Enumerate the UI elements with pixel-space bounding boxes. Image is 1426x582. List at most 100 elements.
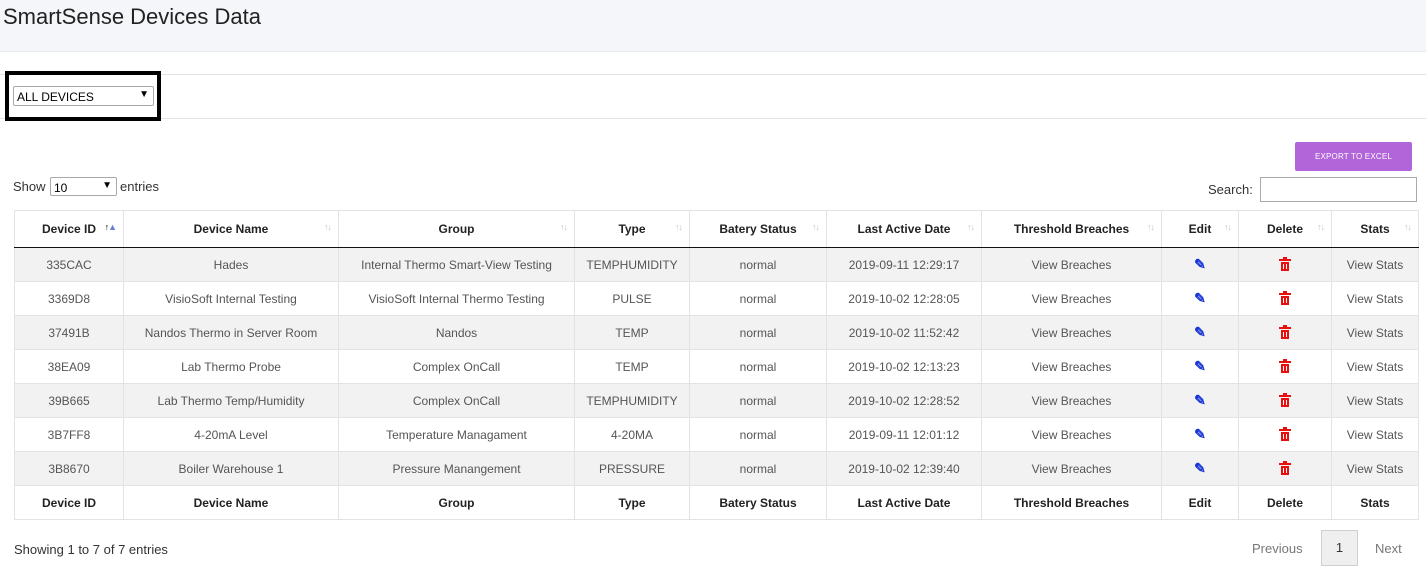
- device-name-cell: Lab Thermo Temp/Humidity: [123, 383, 339, 418]
- sort-arrows-icon: ↑↓: [1224, 222, 1232, 232]
- table-row: 335CAC Hades Internal Thermo Smart-View …: [14, 247, 1419, 282]
- device-filter-select[interactable]: ALL DEVICES ▼: [13, 86, 154, 106]
- view-breaches-link[interactable]: View Breaches: [981, 417, 1162, 452]
- trash-icon[interactable]: [1279, 427, 1291, 442]
- chevron-down-icon: ▼: [102, 180, 112, 191]
- battery-status-cell: normal: [689, 451, 827, 486]
- edit-cell: ✎: [1161, 417, 1239, 452]
- view-breaches-link[interactable]: View Breaches: [981, 451, 1162, 486]
- view-breaches-link[interactable]: View Breaches: [981, 315, 1162, 350]
- delete-cell: [1238, 417, 1332, 452]
- device-name-cell: 4-20mA Level: [123, 417, 339, 452]
- sort-arrows-icon: ↑↓: [1317, 222, 1325, 232]
- trash-icon[interactable]: [1279, 257, 1291, 272]
- column-header-last-active-date[interactable]: Last Active Date ↑↓: [826, 210, 982, 248]
- battery-status-cell: normal: [689, 315, 827, 350]
- column-header-device-id[interactable]: Device ID ↑▲: [14, 210, 124, 248]
- sort-arrows-icon: ↑↓: [1404, 222, 1412, 232]
- battery-status-cell: normal: [689, 247, 827, 282]
- trash-icon[interactable]: [1279, 461, 1291, 476]
- type-cell: PULSE: [574, 281, 690, 316]
- column-header-label: Delete: [1266, 222, 1304, 236]
- view-stats-link[interactable]: View Stats: [1331, 315, 1419, 350]
- table-row: 39B665 Lab Thermo Temp/Humidity Complex …: [14, 383, 1419, 418]
- last-active-date-cell: 2019-09-11 12:01:12: [826, 417, 982, 452]
- group-cell: Complex OnCall: [338, 383, 575, 418]
- trash-icon[interactable]: [1279, 393, 1291, 408]
- pagination-previous-button[interactable]: Previous: [1252, 541, 1303, 556]
- view-breaches-link[interactable]: View Breaches: [981, 247, 1162, 282]
- column-header-label: Device Name: [193, 222, 269, 236]
- pagination-next-button[interactable]: Next: [1375, 541, 1402, 556]
- view-breaches-link[interactable]: View Breaches: [981, 349, 1162, 384]
- edit-icon[interactable]: ✎: [1194, 256, 1206, 272]
- edit-cell: ✎: [1161, 315, 1239, 350]
- delete-cell: [1238, 383, 1332, 418]
- column-header-edit[interactable]: Edit ↑↓: [1161, 210, 1239, 248]
- column-footer-battery-status: Batery Status: [689, 485, 827, 520]
- sort-arrows-icon: ↑↓: [1147, 222, 1155, 232]
- column-header-type[interactable]: Type ↑↓: [574, 210, 690, 248]
- group-cell: Internal Thermo Smart-View Testing: [338, 247, 575, 282]
- edit-icon[interactable]: ✎: [1194, 426, 1206, 442]
- device-id-link[interactable]: 3B8670: [14, 451, 124, 486]
- column-header-label: Batery Status: [719, 222, 797, 236]
- view-breaches-link[interactable]: View Breaches: [981, 281, 1162, 316]
- column-header-stats[interactable]: Stats ↑↓: [1331, 210, 1419, 248]
- sort-arrows-icon: ↑↓: [560, 222, 568, 232]
- edit-icon[interactable]: ✎: [1194, 358, 1206, 374]
- chevron-down-icon: ▼: [139, 89, 149, 100]
- column-header-device-name[interactable]: Device Name ↑↓: [123, 210, 339, 248]
- page-length-select[interactable]: 10 ▼: [50, 177, 117, 196]
- type-cell: PRESSURE: [574, 451, 690, 486]
- device-name-cell: Hades: [123, 247, 339, 282]
- group-cell: Complex OnCall: [338, 349, 575, 384]
- edit-icon[interactable]: ✎: [1194, 460, 1206, 476]
- column-header-group[interactable]: Group ↑↓: [338, 210, 575, 248]
- sort-arrows-icon: ↑↓: [324, 222, 332, 232]
- edit-icon[interactable]: ✎: [1194, 324, 1206, 340]
- column-header-label: Stats: [1360, 222, 1390, 236]
- pagination-page-button[interactable]: 1: [1321, 530, 1358, 566]
- edit-icon[interactable]: ✎: [1194, 290, 1206, 306]
- edit-cell: ✎: [1161, 281, 1239, 316]
- view-stats-link[interactable]: View Stats: [1331, 383, 1419, 418]
- table-info: Showing 1 to 7 of 7 entries: [14, 542, 168, 557]
- view-stats-link[interactable]: View Stats: [1331, 349, 1419, 384]
- last-active-date-cell: 2019-10-02 12:28:05: [826, 281, 982, 316]
- edit-icon[interactable]: ✎: [1194, 392, 1206, 408]
- column-footer-device-name: Device Name: [123, 485, 339, 520]
- column-header-battery-status[interactable]: Batery Status ↑↓: [689, 210, 827, 248]
- search-label: Search:: [1208, 182, 1253, 197]
- edit-cell: ✎: [1161, 247, 1239, 282]
- trash-icon[interactable]: [1279, 325, 1291, 340]
- device-id-link[interactable]: 39B665: [14, 383, 124, 418]
- column-header-delete[interactable]: Delete ↑↓: [1238, 210, 1332, 248]
- view-stats-link[interactable]: View Stats: [1331, 451, 1419, 486]
- device-id-link[interactable]: 37491B: [14, 315, 124, 350]
- device-name-cell: VisioSoft Internal Testing: [123, 281, 339, 316]
- view-stats-link[interactable]: View Stats: [1331, 417, 1419, 452]
- delete-cell: [1238, 281, 1332, 316]
- column-header-threshold-breaches[interactable]: Threshold Breaches ↑↓: [981, 210, 1162, 248]
- column-footer-threshold-breaches: Threshold Breaches: [981, 485, 1162, 520]
- view-stats-link[interactable]: View Stats: [1331, 281, 1419, 316]
- device-id-link[interactable]: 3369D8: [14, 281, 124, 316]
- export-to-excel-button[interactable]: EXPORT TO EXCEL: [1295, 142, 1412, 171]
- device-id-link[interactable]: 3B7FF8: [14, 417, 124, 452]
- device-id-link[interactable]: 38EA09: [14, 349, 124, 384]
- view-stats-link[interactable]: View Stats: [1331, 247, 1419, 282]
- last-active-date-cell: 2019-10-02 12:39:40: [826, 451, 982, 486]
- trash-icon[interactable]: [1279, 359, 1291, 374]
- filter-row: [0, 74, 1426, 119]
- page-title: SmartSense Devices Data: [3, 4, 261, 29]
- device-id-link[interactable]: 335CAC: [14, 247, 124, 282]
- type-cell: TEMP: [574, 349, 690, 384]
- column-footer-group: Group: [338, 485, 575, 520]
- battery-status-cell: normal: [689, 349, 827, 384]
- last-active-date-cell: 2019-10-02 12:28:52: [826, 383, 982, 418]
- search-input[interactable]: [1260, 177, 1417, 202]
- type-cell: TEMPHUMIDITY: [574, 383, 690, 418]
- view-breaches-link[interactable]: View Breaches: [981, 383, 1162, 418]
- trash-icon[interactable]: [1279, 291, 1291, 306]
